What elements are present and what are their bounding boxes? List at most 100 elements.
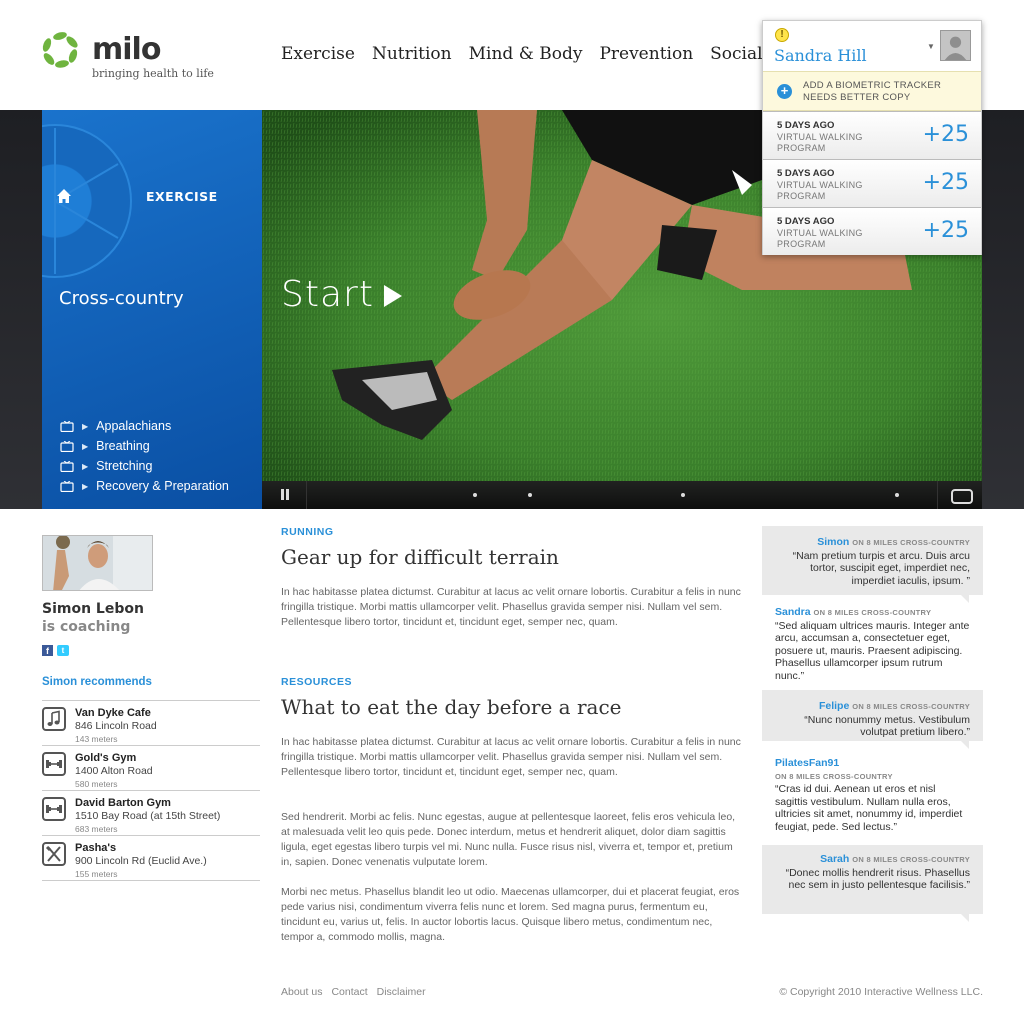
comment-context: ON 8 MILES CROSS-COUNTRY [813,608,932,617]
nav-social[interactable]: Social [710,44,762,64]
comment-user[interactable]: Sarah [820,853,849,865]
activity-what: Virtual walking program [777,228,863,249]
place-name: Pasha's [75,842,117,854]
nav-exercise[interactable]: Exercise [281,44,355,64]
notice-text: Add a biometric tracker needs better cop… [803,80,942,103]
tv-icon [60,440,74,452]
place-distance: 155 meters [75,869,118,879]
comment-item[interactable]: Sandra ON 8 MILES CROSS-COUNTRY “Sed ali… [762,603,983,682]
list-item[interactable]: David Barton Gym 1510 Bay Road (at 15th … [42,791,260,836]
comment-item[interactable]: Felipe ON 8 MILES CROSS-COUNTRY “Nunc no… [762,690,983,749]
chevron-down-icon[interactable]: ▼ [927,42,935,51]
video-item-label: Appalachians [96,419,172,433]
comment-user[interactable]: Sandra [775,606,811,618]
dumbbell-icon [42,797,66,821]
list-item[interactable]: Pasha's 900 Lincoln Rd (Euclid Ave.) 155… [42,836,260,881]
brand-name: milo [92,32,161,67]
place-name: Gold's Gym [75,752,137,764]
timeline-marker[interactable] [528,493,532,497]
activity-when: 5 days ago [777,120,835,131]
comment-text: “Sed aliquam ultrices mauris. Integer an… [775,619,970,682]
article-title[interactable]: What to eat the day before a race [281,695,621,719]
user-name[interactable]: Sandra Hill [774,46,867,65]
timeline-marker[interactable] [895,493,899,497]
home-icon[interactable] [56,188,72,204]
recommendations-title: Simon recommends [42,676,152,688]
place-address: 900 Lincoln Rd (Euclid Ave.) [75,855,207,867]
list-item[interactable]: Van Dyke Cafe 846 Lincoln Road 143 meter… [42,701,260,746]
play-triangle-icon: ▶ [82,481,89,491]
video-item-label: Recovery & Preparation [96,479,229,493]
video-list: ▶ Appalachians ▶ Breathing ▶ Stretching … [60,416,229,496]
timeline-marker[interactable] [473,493,477,497]
activity-item[interactable]: 5 days ago Virtual walking program +25 [763,159,981,207]
comment-context: ON 8 MILES CROSS-COUNTRY [852,538,970,547]
user-menu[interactable]: ! Sandra Hill ▼ [763,21,981,71]
comment-text: “Donec mollis hendrerit risus. Phasellus… [785,866,970,892]
footer-contact-link[interactable]: Contact [331,986,367,998]
exercise-side-panel: EXERCISE Cross-country ▶ Appalachians ▶ … [42,110,262,509]
place-distance: 143 meters [75,734,118,744]
video-item-recovery[interactable]: ▶ Recovery & Preparation [60,476,229,496]
article-paragraph: Sed hendrerit. Morbi ac felis. Nunc eges… [281,811,736,868]
timeline-marker[interactable] [681,493,685,497]
dumbbell-icon [42,752,66,776]
comment-item[interactable]: PilatesFan91 ON 8 MILES CROSS-COUNTRY “C… [762,754,983,838]
activity-when: 5 days ago [777,216,835,227]
video-item-stretching[interactable]: ▶ Stretching [60,456,229,476]
speech-tail [961,741,969,749]
start-video-button[interactable]: Start [281,274,402,315]
pause-button[interactable] [262,481,307,509]
activity-item[interactable]: 5 days ago Virtual walking program +25 [763,111,981,159]
comment-context: ON 8 MILES CROSS-COUNTRY [852,855,970,864]
comment-user[interactable]: Simon [817,536,849,548]
biometric-notice[interactable]: + Add a biometric tracker needs better c… [763,71,981,111]
list-item[interactable]: Gold's Gym 1400 Alton Road 580 meters [42,746,260,791]
activity-what: Virtual walking program [777,132,863,153]
footer-links: About us Contact Disclaimer [281,986,426,998]
alert-icon[interactable]: ! [775,28,789,42]
add-icon[interactable]: + [777,84,792,99]
fullscreen-button[interactable] [937,481,982,509]
activity-when: 5 days ago [777,168,835,179]
tv-icon [60,420,74,432]
footer-disclaimer-link[interactable]: Disclaimer [377,986,426,998]
activity-points: +25 [922,122,969,147]
play-triangle-icon: ▶ [82,421,89,431]
activity-title: Cross-country [59,288,184,309]
play-icon [383,285,402,307]
article-category[interactable]: RUNNING [281,526,334,538]
coach-photo[interactable] [42,535,153,591]
facebook-icon[interactable]: f [42,645,53,656]
video-item-label: Stretching [96,459,153,473]
logo-mark-icon [42,32,78,68]
play-triangle-icon: ▶ [82,461,89,471]
activity-item[interactable]: 5 days ago Virtual walking program +25 [763,207,981,255]
article-title[interactable]: Gear up for difficult terrain [281,545,559,569]
logo[interactable]: milo bringing health to life [40,30,220,85]
article-paragraph: In hac habitasse platea dictumst. Curabi… [281,736,741,778]
video-item-breathing[interactable]: ▶ Breathing [60,436,229,456]
tv-icon [60,480,74,492]
article-category[interactable]: RESOURCES [281,676,352,688]
nav-nutrition[interactable]: Nutrition [372,44,452,64]
twitter-icon[interactable]: t [57,645,69,656]
main-nav: Exercise Nutrition Mind & Body Preventio… [281,44,763,64]
comment-user[interactable]: PilatesFan91 [775,757,839,769]
video-item-appalachians[interactable]: ▶ Appalachians [60,416,229,436]
tv-icon [60,460,74,472]
nav-prevention[interactable]: Prevention [599,44,693,64]
comment-user[interactable]: Felipe [819,700,849,712]
speech-tail [961,914,969,922]
footer-about-link[interactable]: About us [281,986,322,998]
avatar[interactable] [940,30,971,61]
comment-item[interactable]: Sarah ON 8 MILES CROSS-COUNTRY “Donec mo… [762,845,983,922]
place-address: 846 Lincoln Road [75,720,157,732]
comment-text: “Nunc nonummy metus. Vestibulum volutpat… [804,713,970,739]
article-paragraph: In hac habitasse platea dictumst. Curabi… [281,586,741,628]
nav-mind-body[interactable]: Mind & Body [469,44,583,64]
music-icon [42,707,66,731]
comment-item[interactable]: Simon ON 8 MILES CROSS-COUNTRY “Nam pret… [762,526,983,603]
comment-context: ON 8 MILES CROSS-COUNTRY [775,771,893,781]
coach-name[interactable]: Simon Lebon [42,601,144,617]
